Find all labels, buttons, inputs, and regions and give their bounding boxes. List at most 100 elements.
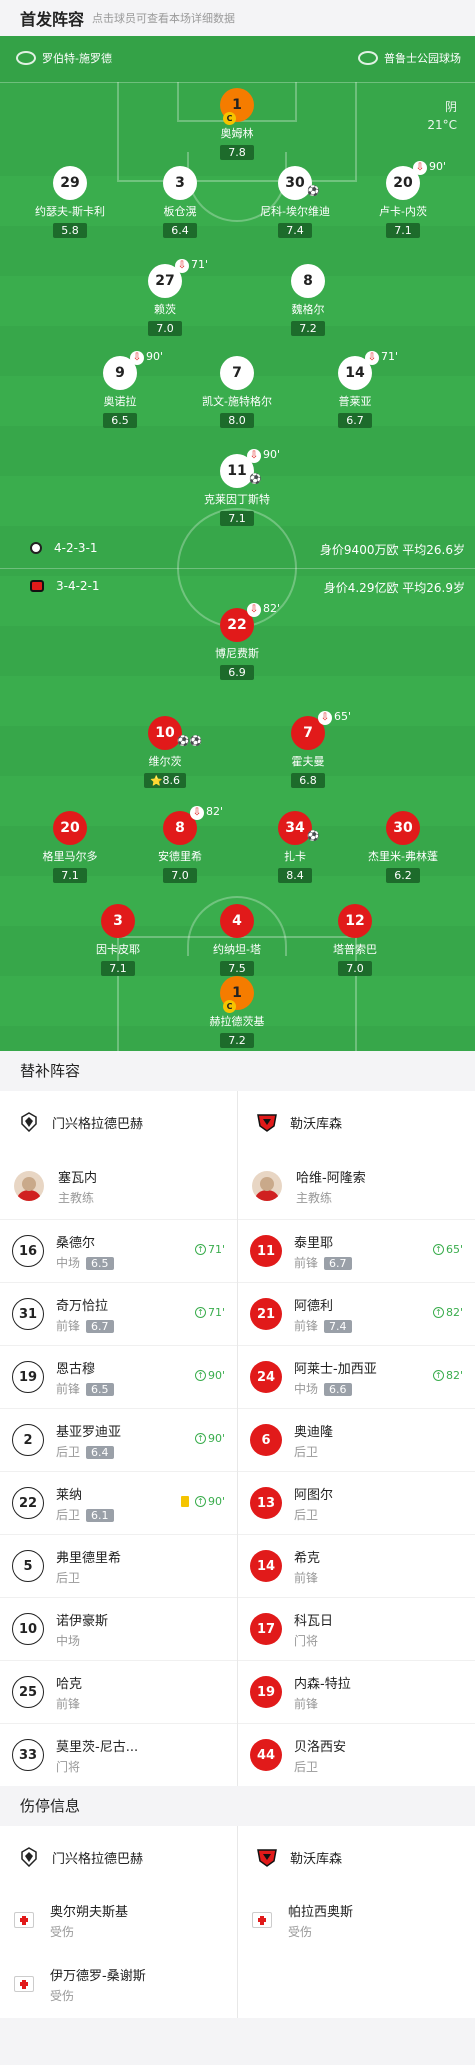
- sub-in-arrow-icon: ↑: [194, 1496, 206, 1507]
- sub-in-minute: 82': [445, 1369, 463, 1382]
- sub-player-number: 13: [250, 1487, 282, 1519]
- player-marker[interactable]: 8 魏格尔 7.2: [248, 264, 368, 336]
- injured-player-row[interactable]: 帕拉西奥斯 受伤: [238, 1888, 475, 1952]
- player-name: 约纳坦-塔: [213, 943, 261, 956]
- home-coach-name: 塞瓦内: [58, 1170, 98, 1186]
- injured-player-row[interactable]: 伊万德罗-桑谢斯 受伤: [0, 1952, 237, 2016]
- sub-in-arrow-icon: ↑: [432, 1244, 444, 1255]
- player-name: 安德里希: [158, 850, 202, 863]
- player-name: 尼科-埃尔维迪: [260, 205, 330, 218]
- player-marker[interactable]: 20 格里马尔多 7.1: [10, 811, 130, 883]
- player-number-disc: 30: [386, 811, 420, 845]
- player-marker[interactable]: 7 凯文-施特格尔 8.0: [177, 356, 297, 428]
- sub-player-number: 31: [12, 1298, 44, 1330]
- player-name: 克莱因丁斯特: [204, 493, 270, 506]
- substitution-minute: 82': [206, 805, 224, 818]
- sub-player-name: 阿图尔: [294, 1487, 334, 1503]
- substitution-icon: ⇩: [413, 161, 427, 175]
- player-marker[interactable]: 7 ⇩ 65' 霍夫曼 6.8: [248, 710, 368, 788]
- player-number-disc: 20: [53, 811, 87, 845]
- sub-player-row[interactable]: 17 科瓦日 门将: [238, 1597, 475, 1660]
- sub-player-row[interactable]: 24 阿莱士-加西亚 中场 6.6 ↑ 82': [238, 1345, 475, 1408]
- player-marker[interactable]: 14 ⇩ 71' 普莱亚 6.7: [295, 350, 415, 428]
- player-name: 卢卡-内茨: [379, 205, 427, 218]
- home-injury-team-row[interactable]: 门兴格拉德巴赫: [0, 1826, 237, 1888]
- away-injury-team-name: 勒沃库森: [290, 1851, 343, 1867]
- substitution-minute: 71': [381, 350, 399, 363]
- sub-player-row[interactable]: 16 桑德尔 中场 6.5 ↑ 71': [0, 1219, 237, 1282]
- player-marker[interactable]: 12 塔普索巴 7.0: [295, 904, 415, 976]
- sub-player-row[interactable]: 33 莫里茨-尼古... 门将: [0, 1723, 237, 1786]
- venue: 普鲁士公园球场: [358, 50, 461, 66]
- player-rating: 7.1: [386, 223, 420, 238]
- sub-player-name: 奥迪隆: [294, 1424, 334, 1440]
- player-number-disc: 4: [220, 904, 254, 938]
- player-marker[interactable]: 10 ⚽⚽ 维尔茨 ⭐8.6: [105, 716, 225, 788]
- player-marker[interactable]: 9 ⇩ 90' 奥诺拉 6.5: [60, 350, 180, 428]
- sub-player-number: 10: [12, 1613, 44, 1645]
- medical-kit-icon: [14, 1976, 34, 1992]
- player-marker[interactable]: 3 板仓滉 6.4: [120, 166, 240, 238]
- sub-player-row[interactable]: 6 奥迪隆 后卫: [238, 1408, 475, 1471]
- yellow-card-icon: [180, 1496, 189, 1507]
- substitution-icon: ⇩: [318, 711, 332, 725]
- sub-player-number: 11: [250, 1235, 282, 1267]
- substitution-minute: 82': [263, 602, 281, 615]
- injuries-section-title: 伤停信息: [0, 1786, 475, 1826]
- player-name: 凯文-施特格尔: [202, 395, 272, 408]
- player-rating: 8.4: [278, 868, 312, 883]
- player-marker[interactable]: 34 ⚽ 扎卡 8.4: [235, 811, 355, 883]
- home-team-row[interactable]: 门兴格拉德巴赫: [0, 1091, 237, 1153]
- player-marker[interactable]: 8 ⇩ 82' 安德里希 7.0: [120, 805, 240, 883]
- player-number-disc: 3: [101, 904, 135, 938]
- player-marker[interactable]: 20 ⇩ 90' 卢卡-内茨 7.1: [343, 160, 463, 238]
- sub-player-row[interactable]: 25 哈克 前锋: [0, 1660, 237, 1723]
- player-marker[interactable]: 11 ⇩ 90' ⚽ 克莱因丁斯特 7.1: [177, 448, 297, 526]
- sub-player-position: 前锋: [56, 1696, 81, 1711]
- sub-player-row[interactable]: 5 弗里德里希 后卫: [0, 1534, 237, 1597]
- home-coach[interactable]: 塞瓦内 主教练: [0, 1153, 237, 1219]
- player-marker[interactable]: 30 杰里米-弗林蓬 6.2: [343, 811, 463, 883]
- player-name: 奥诺拉: [103, 395, 137, 408]
- sub-player-row[interactable]: 11 泰里耶 前锋 6.7 ↑ 65': [238, 1219, 475, 1282]
- home-manager-name: 罗伯特-施罗德: [42, 52, 112, 65]
- player-marker[interactable]: 4 约纳坦-塔 7.5: [177, 904, 297, 976]
- injury-status: 受伤: [50, 1988, 75, 2003]
- sub-player-row[interactable]: 10 诺伊豪斯 中场: [0, 1597, 237, 1660]
- player-marker[interactable]: 27 ⇩ 71' 赖茨 7.0: [105, 258, 225, 336]
- away-coach[interactable]: 哈维-阿隆索 主教练: [238, 1153, 475, 1219]
- player-marker[interactable]: 1 C 奥姆林 7.8: [177, 88, 297, 160]
- player-marker[interactable]: 30 ⚽ 尼科-埃尔维迪 7.4: [235, 166, 355, 238]
- sub-player-row[interactable]: 21 阿德利 前锋 7.4 ↑ 82': [238, 1282, 475, 1345]
- sub-player-row[interactable]: 19 恩古穆 前锋 6.5 ↑ 90': [0, 1345, 237, 1408]
- player-name: 维尔茨: [148, 755, 182, 768]
- sub-player-number: 19: [250, 1676, 282, 1708]
- sub-player-row[interactable]: 2 基亚罗迪亚 后卫 6.4 ↑ 90': [0, 1408, 237, 1471]
- sub-player-number: 19: [12, 1361, 44, 1393]
- substitution-icon: ⇩: [247, 603, 261, 617]
- away-subs-list: 11 泰里耶 前锋 6.7 ↑ 65' 21 阿德利 前锋 7.4 ↑ 82' 24 阿莱士-加西亚 中场 6…: [238, 1219, 475, 1786]
- sub-in-minute: 82': [445, 1306, 463, 1319]
- sub-player-position: 前锋: [56, 1318, 81, 1333]
- player-marker[interactable]: 29 约瑟夫-斯卡利 5.8: [10, 166, 130, 238]
- sub-player-number: 14: [250, 1550, 282, 1582]
- home-subs-list: 16 桑德尔 中场 6.5 ↑ 71' 31 奇万恰拉 前锋 6.7 ↑ 71' 19 恩古穆 前锋 6.5 ↑…: [0, 1219, 237, 1786]
- player-marker[interactable]: 3 因卡皮耶 7.1: [58, 904, 178, 976]
- home-squad-info: 身价9400万欧 平均26.6岁: [319, 543, 465, 557]
- player-marker[interactable]: 22 ⇩ 82' 博尼费斯 6.9: [177, 602, 297, 680]
- goal-ball-icon: ⚽⚽: [177, 736, 202, 747]
- sub-player-row[interactable]: 44 贝洛西安 后卫: [238, 1723, 475, 1786]
- sub-in-arrow-icon: ↑: [194, 1244, 206, 1255]
- player-name: 赖茨: [154, 303, 176, 316]
- sub-player-row[interactable]: 22 莱纳 后卫 6.1 ↑ 90': [0, 1471, 237, 1534]
- sub-player-row[interactable]: 13 阿图尔 后卫: [238, 1471, 475, 1534]
- sub-player-row[interactable]: 31 奇万恰拉 前锋 6.7 ↑ 71': [0, 1282, 237, 1345]
- sub-player-row[interactable]: 19 内森-特拉 前锋: [238, 1660, 475, 1723]
- away-team-row[interactable]: 勒沃库森: [238, 1091, 475, 1153]
- player-marker[interactable]: 1 C 赫拉德茨基 7.2: [177, 976, 297, 1048]
- sub-player-row[interactable]: 14 希克 前锋: [238, 1534, 475, 1597]
- player-rating: 7.1: [220, 511, 254, 526]
- sub-player-name: 泰里耶: [294, 1235, 334, 1251]
- injured-player-row[interactable]: 奥尔朔夫斯基 受伤: [0, 1888, 237, 1952]
- away-injury-team-row[interactable]: 勒沃库森: [238, 1826, 475, 1888]
